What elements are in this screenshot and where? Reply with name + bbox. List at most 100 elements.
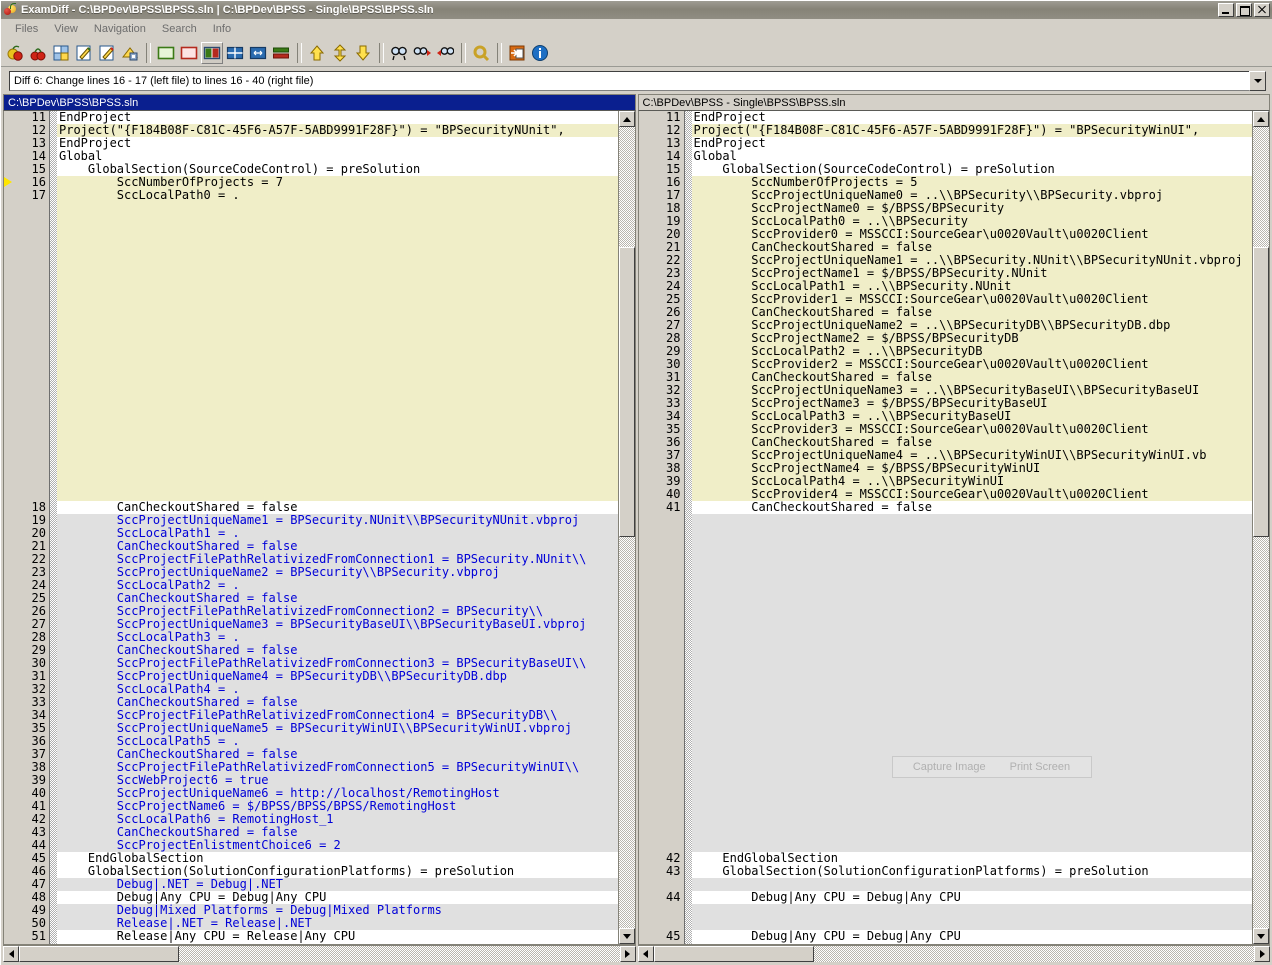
code-line: Project("{F184B08F-C81C-45F6-A57F-5ABD99… (57, 124, 618, 137)
capture-image-label[interactable]: Capture Image (913, 761, 986, 773)
right-change-strip (684, 111, 692, 944)
examdiff-window: ExamDiff - C:\BPDev\BPSS\BPSS.sln | C:\B… (0, 0, 1272, 965)
exit-icon[interactable] (506, 42, 528, 64)
right-horizontal-scrollbar[interactable] (637, 945, 1270, 962)
alignment-filler (691, 514, 1252, 852)
arrow-down-icon (1257, 933, 1265, 939)
arrow-left-icon (643, 950, 648, 958)
maximize-button[interactable] (1236, 3, 1252, 17)
view-stacked-icon[interactable] (270, 42, 292, 64)
view-left-only-icon[interactable] (155, 42, 177, 64)
right-scroll-track[interactable] (1253, 127, 1269, 928)
menu-item-info[interactable]: Info (205, 21, 239, 37)
diff-status-text[interactable]: Diff 6: Change lines 16 - 17 (left file)… (9, 71, 1249, 91)
about-icon[interactable] (529, 42, 551, 64)
arrow-up-icon (622, 116, 631, 122)
compare-directories-icon[interactable] (27, 42, 49, 64)
line-number: 41 (666, 500, 681, 514)
title-bar: ExamDiff - C:\BPDev\BPSS\BPSS.sln | C:\B… (1, 1, 1272, 19)
code-line: SccLocalPath0 = . (57, 189, 618, 202)
menu-item-files[interactable]: Files (7, 21, 46, 37)
right-code-area[interactable]: Capture Image Print Screen EndProject Pro… (691, 111, 1252, 944)
left-scroll-up-button[interactable] (618, 111, 635, 127)
diff-status-bar: Diff 6: Change lines 16 - 17 (left file)… (9, 71, 1266, 91)
code-line: Release|Any CPU = Release|Any CPU (59, 929, 356, 943)
menu-bar: Files View Navigation Search Info (1, 19, 1272, 39)
right-vertical-scrollbar[interactable] (1252, 111, 1269, 944)
toolbar-separator-4 (461, 42, 466, 63)
current-diff-marker-icon (4, 177, 12, 187)
left-vertical-scrollbar[interactable] (617, 111, 635, 944)
left-scroll-left-button[interactable] (3, 946, 19, 962)
edit-right-file-icon[interactable] (96, 42, 118, 64)
left-hscroll-thumb[interactable] (19, 946, 179, 962)
line-number: 52 (14, 943, 46, 945)
options-icon[interactable] (470, 42, 492, 64)
left-scroll-track[interactable] (618, 127, 635, 928)
app-icon (4, 3, 18, 17)
left-marker-column (4, 111, 14, 944)
diff-dropdown-button[interactable] (1249, 71, 1266, 91)
view-side-by-side-icon[interactable] (201, 41, 223, 64)
line-number: 43 (666, 864, 681, 878)
minimize-button[interactable] (1218, 3, 1234, 17)
arrow-right-icon (1259, 950, 1265, 958)
view-horizontal-split-icon[interactable] (247, 42, 269, 64)
compare-files-icon[interactable] (4, 42, 26, 64)
code-line: EndProject (693, 136, 766, 150)
code-line: Debug|Any CPU = Debug|Any CPU (693, 929, 961, 943)
code-line: CanCheckoutShared = false (693, 500, 932, 514)
right-hscroll-thumb[interactable] (653, 946, 814, 962)
left-code-area[interactable]: EndProject Project("{F184B08F-C81C-45F6-A… (57, 111, 618, 944)
left-scroll-right-button[interactable] (619, 946, 636, 962)
right-scroll-thumb[interactable] (1253, 247, 1269, 537)
left-scroll-thumb[interactable] (618, 247, 635, 537)
left-pane-header[interactable]: C:\BPDev\BPSS\BPSS.sln (3, 94, 636, 110)
left-pane: C:\BPDev\BPSS\BPSS.sln 11 12 13 14 15 16 17 18 1… (3, 94, 636, 963)
window-controls (1218, 3, 1270, 17)
right-scroll-down-button[interactable] (1253, 928, 1269, 944)
arrow-down-icon (622, 933, 631, 939)
find-next-icon[interactable] (411, 42, 433, 64)
last-diff-icon[interactable] (352, 42, 374, 64)
right-pane-header[interactable]: C:\BPDev\BPSS - Single\BPSS\BPSS.sln (637, 94, 1270, 110)
left-line-numbers: 11 12 13 14 15 16 17 18 19 20 21 22 23 24 25 26 27 28 29 30… (14, 111, 50, 944)
find-previous-icon[interactable] (434, 42, 456, 64)
left-hscroll-track[interactable] (19, 946, 620, 962)
capture-image-overlay: Capture Image Print Screen (891, 756, 1092, 778)
view-right-only-icon[interactable] (178, 42, 200, 64)
find-icon[interactable] (388, 42, 410, 64)
right-pane-footer (637, 945, 1270, 963)
left-scroll-down-button[interactable] (618, 928, 635, 944)
menu-item-navigation[interactable]: Navigation (86, 21, 154, 37)
toolbar-separator-5 (497, 42, 502, 63)
alignment-filler (57, 202, 618, 501)
left-pane-body: 11 12 13 14 15 16 17 18 19 20 21 22 23 24 25 26 27 28 29 30… (3, 110, 636, 945)
code-line: Debug|Any CPU = Debug|Any CPU (693, 890, 961, 904)
code-line: EndProject (59, 136, 132, 150)
gutter-gap (649, 904, 681, 930)
chevron-down-icon (1253, 79, 1262, 83)
left-horizontal-scrollbar[interactable] (3, 945, 636, 962)
close-button[interactable] (1254, 3, 1270, 17)
right-hscroll-track[interactable] (653, 946, 1255, 962)
right-scroll-left-button[interactable] (637, 946, 654, 962)
view-grid-icon[interactable] (224, 42, 246, 64)
menu-item-view[interactable]: View (46, 21, 86, 37)
save-icon[interactable] (119, 42, 141, 64)
right-scroll-up-button[interactable] (1253, 111, 1269, 127)
menu-item-search[interactable]: Search (154, 21, 205, 37)
toolbar-separator-3 (379, 42, 384, 63)
next-diff-icon[interactable] (329, 42, 351, 64)
recompare-icon[interactable] (50, 42, 72, 64)
code-line: GlobalSection(SolutionConfigurationPlatf… (693, 864, 1149, 878)
edit-left-file-icon[interactable] (73, 42, 95, 64)
line-number: 44 (666, 890, 681, 904)
left-change-strip (50, 111, 57, 944)
arrow-left-icon (8, 950, 14, 958)
right-pane-body: 11 12 13 14 15 16 17 18 19 20 21 22 23 24 25 26 27 28 29 30… (637, 110, 1270, 945)
first-diff-icon[interactable] (306, 42, 328, 64)
code-line: Project("{F184B08F-C81C-45F6-A57F-5ABD99… (691, 124, 1252, 137)
right-scroll-right-button[interactable] (1254, 946, 1270, 962)
print-screen-label[interactable]: Print Screen (1010, 761, 1071, 773)
